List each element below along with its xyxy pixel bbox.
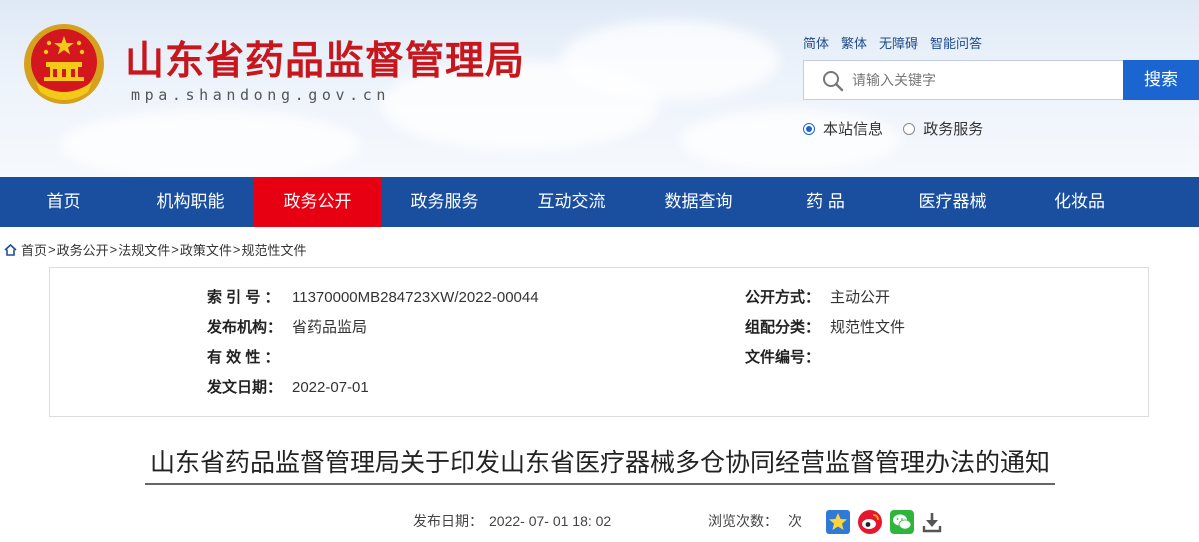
nav-gov-service[interactable]: 政务服务 xyxy=(381,177,508,227)
favorite-star-icon[interactable] xyxy=(826,510,850,534)
info-index-no: 索 引 号 ： 11370000MB284723XW/2022-00044 xyxy=(207,289,539,306)
view-count: 浏览次数：次 xyxy=(708,513,802,529)
download-icon[interactable] xyxy=(920,510,944,534)
nav-data-query[interactable]: 数据查询 xyxy=(635,177,762,227)
info-doc-no: 文件编号： xyxy=(745,349,821,366)
link-traditional[interactable]: 繁体 xyxy=(841,36,867,51)
weibo-icon[interactable] xyxy=(858,510,882,534)
wechat-icon[interactable] xyxy=(890,510,914,534)
link-smart-qa[interactable]: 智能问答 xyxy=(930,36,982,51)
link-simplified[interactable]: 简体 xyxy=(803,36,829,51)
article-title: 山东省药品监督管理局关于印发山东省医疗器械多仓协同经营监督管理办法的通知 xyxy=(149,448,1050,477)
breadcrumb-gov-open[interactable]: 政务公开 xyxy=(57,240,109,259)
breadcrumb-home[interactable]: 首页 xyxy=(21,240,47,259)
info-validity: 有 效 性 ： xyxy=(207,349,280,366)
radio-gov-service[interactable]: 政务服务 xyxy=(903,118,983,139)
title-divider xyxy=(145,483,1055,485)
site-domain: mpa.shandong.gov.cn xyxy=(131,86,390,104)
nav-organization[interactable]: 机构职能 xyxy=(127,177,254,227)
nav-medical-devices[interactable]: 医疗器械 xyxy=(889,177,1016,227)
search-icon xyxy=(823,71,844,92)
search-input[interactable] xyxy=(852,69,1112,91)
info-issue-date: 发文日期： 2022-07-01 xyxy=(207,379,369,396)
breadcrumb-regulations[interactable]: 法规文件 xyxy=(118,240,170,259)
search-box xyxy=(803,60,1123,100)
document-info-table: 索 引 号 ： 11370000MB284723XW/2022-00044 发布机… xyxy=(49,267,1149,417)
nav-interaction[interactable]: 互动交流 xyxy=(508,177,635,227)
info-category: 组配分类： 规范性文件 xyxy=(745,319,906,336)
top-links: 简体 繁体 无障碍 智能问答 xyxy=(803,33,994,52)
link-accessibility[interactable]: 无障碍 xyxy=(879,36,918,51)
national-emblem-icon xyxy=(24,24,104,104)
info-open-mode: 公开方式： 主动公开 xyxy=(745,289,891,306)
site-header: 山东省药品监督管理局 mpa.shandong.gov.cn 简体 繁体 无障碍 智能… xyxy=(0,0,1199,177)
radio-dot xyxy=(803,122,815,135)
search-scope: 本站信息 政务服务 xyxy=(803,118,999,139)
page: 山东省药品监督管理局 mpa.shandong.gov.cn 简体 繁体 无障碍 智能… xyxy=(0,0,1199,542)
breadcrumb: 首页 > 政务公开 > 法规文件 > 政策文件 > 规范性文件 xyxy=(4,240,306,259)
nav-gov-open[interactable]: 政务公开 xyxy=(254,177,381,227)
breadcrumb-normative-docs[interactable]: 规范性文件 xyxy=(241,240,306,259)
site-title: 山东省药品监督管理局 xyxy=(125,39,526,84)
nav-home[interactable]: 首页 xyxy=(0,177,127,227)
nav-cosmetics[interactable]: 化妆品 xyxy=(1016,177,1143,227)
radio-site-info[interactable]: 本站信息 xyxy=(803,118,883,139)
nav-drugs[interactable]: 药 品 xyxy=(762,177,889,227)
info-publisher: 发布机构： 省药品监局 xyxy=(207,319,368,336)
main-nav: 首页 机构职能 政务公开 政务服务 互动交流 数据查询 药 品 医疗器械 化妆品 xyxy=(0,177,1199,227)
home-icon xyxy=(4,243,17,256)
breadcrumb-policy-docs[interactable]: 政策文件 xyxy=(180,240,232,259)
publish-date: 发布日期： 2022- 07- 01 18: 02 xyxy=(413,513,612,529)
search-button[interactable]: 搜索 xyxy=(1123,60,1199,100)
radio-dot xyxy=(903,122,916,135)
